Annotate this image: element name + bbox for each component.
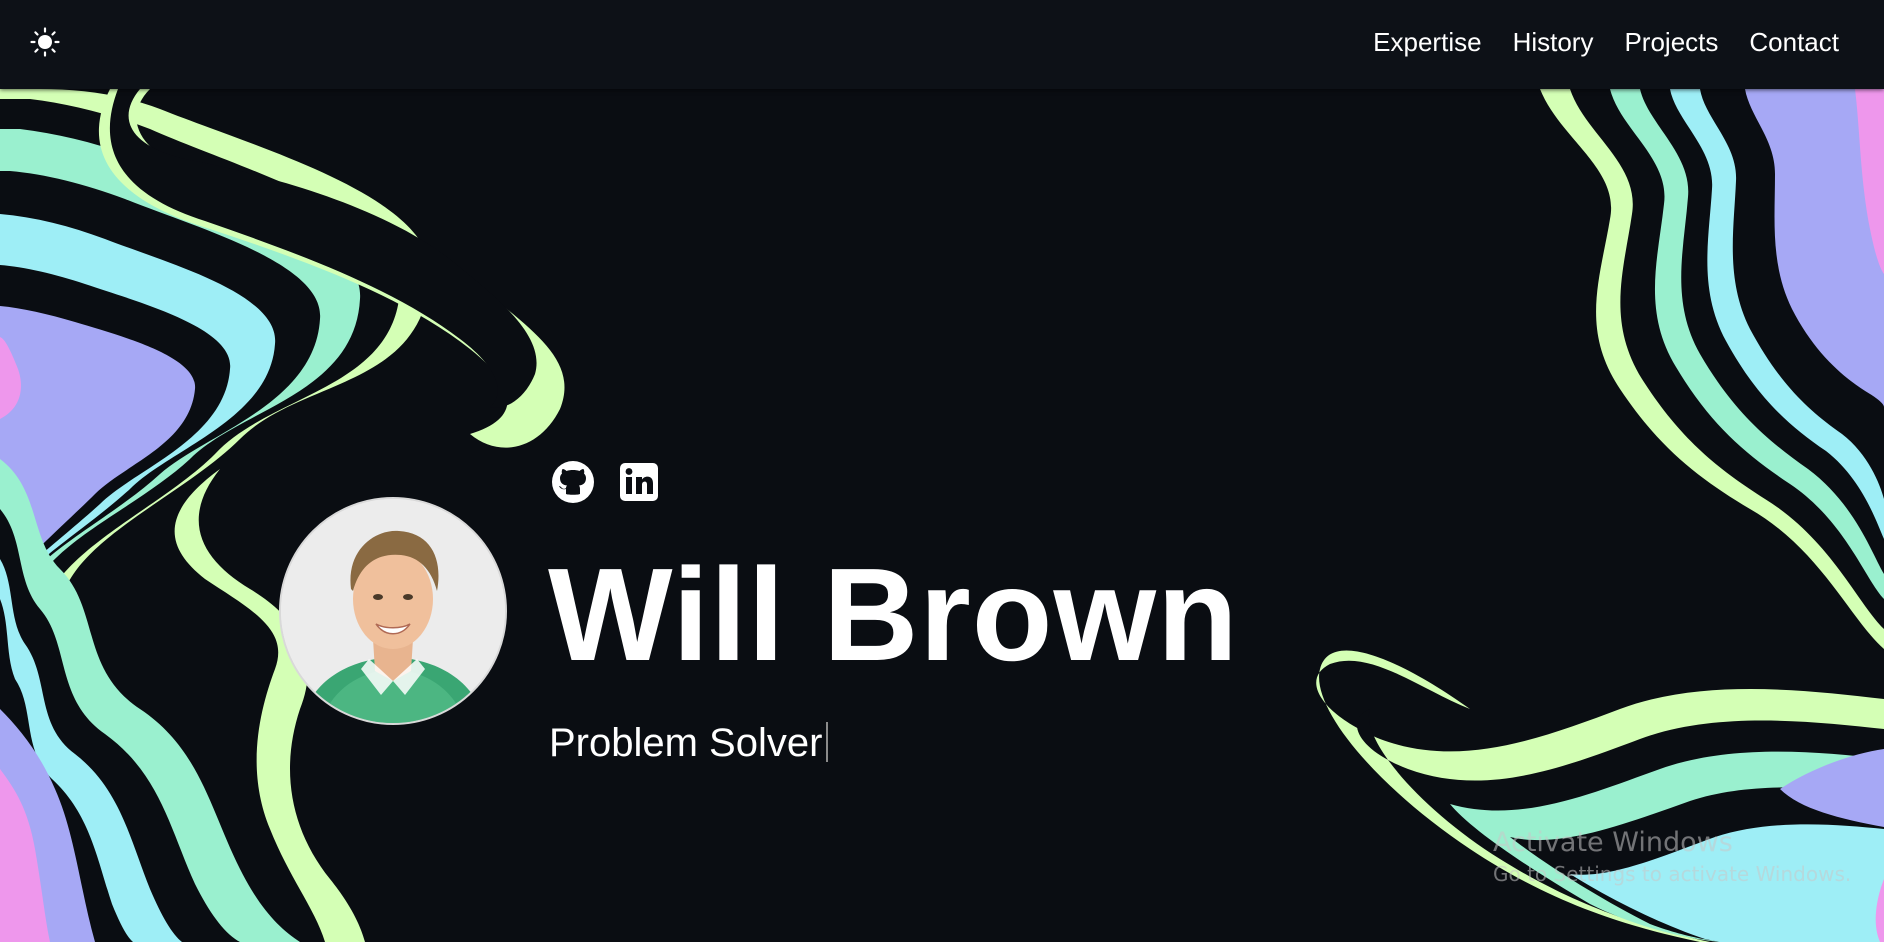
sun-icon <box>30 27 60 57</box>
hero-section: Will Brown Problem Solver <box>0 0 1884 942</box>
typing-caret <box>826 722 829 762</box>
social-links <box>551 460 661 504</box>
avatar <box>279 497 507 725</box>
activate-windows-watermark: Activate Windows Go to Settings to activ… <box>1493 826 1851 888</box>
tagline-text: Problem Solver <box>549 721 823 765</box>
profile-photo-icon <box>281 499 505 723</box>
hero-tagline: Problem Solver <box>549 718 829 768</box>
linkedin-link[interactable] <box>617 460 661 504</box>
nav-link-projects[interactable]: Projects <box>1624 24 1718 60</box>
nav-link-history[interactable]: History <box>1513 24 1594 60</box>
watermark-subtitle: Go to Settings to activate Windows. <box>1493 862 1852 886</box>
github-link[interactable] <box>551 460 595 504</box>
main-nav: Expertise History Projects Contact <box>1373 24 1839 60</box>
top-navbar: Expertise History Projects Contact <box>0 0 1884 89</box>
watermark-title: Activate Windows <box>1493 827 1733 858</box>
linkedin-icon <box>620 463 658 501</box>
hero-name: Will Brown <box>548 541 1239 688</box>
portfolio-page: Expertise History Projects Contact Will … <box>0 0 1884 942</box>
theme-toggle-button[interactable] <box>30 27 60 57</box>
nav-link-expertise[interactable]: Expertise <box>1373 24 1481 60</box>
nav-link-contact[interactable]: Contact <box>1749 24 1839 60</box>
github-icon <box>552 461 594 503</box>
